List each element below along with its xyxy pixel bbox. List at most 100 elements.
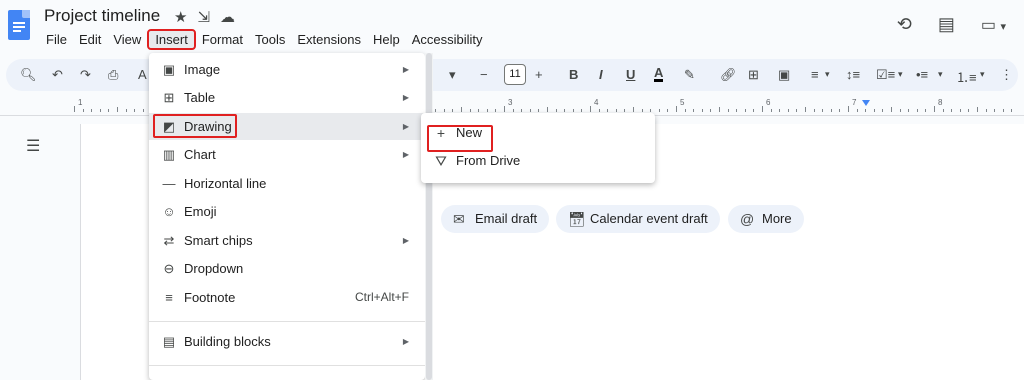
bold-button[interactable]: B [569, 67, 578, 82]
docs-logo-icon[interactable] [8, 10, 30, 40]
ruler-tick [134, 109, 136, 112]
menu-item-horizontal-line[interactable]: — Horizontal line [149, 170, 425, 197]
menu-item-dropdown[interactable]: ⊖ Dropdown [149, 255, 425, 282]
menu-item-smart-chips[interactable]: ⇄ Smart chips ▶ [149, 227, 425, 254]
comments-icon[interactable]: ▤ [938, 14, 955, 35]
menu-item-label: Table [184, 90, 216, 105]
at-sign-icon: @ [740, 211, 755, 227]
menu-view[interactable]: View [107, 31, 147, 48]
ruler-tick [968, 109, 970, 112]
ruler-tick [555, 109, 557, 112]
ruler-tick [564, 109, 566, 112]
cloud-status-icon[interactable]: ☁ [220, 8, 235, 26]
ruler-tick [865, 109, 867, 112]
decrease-font-size-button[interactable]: − [480, 67, 488, 82]
menu-insert[interactable]: Insert [147, 29, 196, 50]
numbered-list-icon[interactable]: ⒈≡ [956, 67, 977, 86]
align-chevron-icon[interactable]: ▾ [825, 69, 830, 80]
drawing-icon: ◩ [162, 119, 176, 134]
menu-item-image[interactable]: ▣ Image ▶ [149, 56, 425, 83]
document-outline-icon[interactable]: ☰ [26, 136, 40, 156]
bullets-chevron-icon[interactable]: ▾ [938, 69, 943, 80]
submenu-item-label: New [456, 125, 483, 140]
drive-icon: ⛛ [435, 153, 447, 169]
ruler-number: 8 [938, 98, 943, 107]
right-indent-marker[interactable] [862, 100, 870, 106]
submenu-item-new[interactable]: + New [421, 119, 655, 152]
more-chip[interactable]: @ More [728, 205, 804, 233]
menu-edit[interactable]: Edit [73, 31, 107, 48]
ruler-tick [590, 106, 591, 112]
menu-separator [149, 321, 425, 322]
menu-tools[interactable]: Tools [249, 31, 291, 48]
move-folder-icon[interactable]: ⇲ [197, 8, 210, 26]
document-title[interactable]: Project timeline [44, 6, 160, 26]
submenu-item-from-drive[interactable]: ⛛ From Drive [421, 147, 655, 175]
ruler-tick [744, 109, 746, 112]
undo-icon[interactable]: ↶ [52, 67, 63, 83]
menu-extensions[interactable]: Extensions [291, 31, 367, 48]
menu-item-emoji[interactable]: ☺ Emoji [149, 198, 425, 225]
ruler-tick [91, 109, 93, 112]
ruler-tick [1002, 109, 1004, 112]
checklist-chevron-icon[interactable]: ▾ [898, 69, 903, 80]
submenu-arrow-icon: ▶ [402, 150, 409, 159]
menu-format[interactable]: Format [196, 31, 249, 48]
checklist-icon[interactable]: ☑≡ [876, 67, 895, 83]
ruler-tick [658, 109, 660, 112]
underline-button[interactable]: U [626, 67, 635, 82]
ruler-tick [977, 107, 978, 112]
text-color-button[interactable]: A [654, 66, 664, 82]
submenu-arrow-icon: ▶ [402, 236, 409, 245]
italic-button[interactable]: I [599, 67, 603, 82]
ruler-tick [805, 107, 806, 112]
insert-image-icon[interactable]: ▣ [778, 67, 790, 83]
menu-accessibility[interactable]: Accessibility [406, 31, 489, 48]
menu-item-building-blocks[interactable]: ▤ Building blocks ▶ [149, 328, 425, 355]
redo-icon[interactable]: ↷ [80, 67, 91, 83]
numbered-chevron-icon[interactable]: ▾ [980, 69, 985, 80]
more-options-icon[interactable]: ⋮ [1000, 67, 1013, 83]
font-size-input[interactable]: 11 [504, 64, 526, 85]
ruler-tick [529, 109, 531, 112]
smart-chips-icon: ⇄ [163, 233, 175, 248]
align-icon[interactable]: ≡ [811, 67, 819, 82]
ruler-tick [684, 109, 686, 112]
submenu-arrow-icon: ▶ [402, 93, 409, 102]
print-icon[interactable]: ⎙ [108, 67, 118, 83]
scrollbar-thumb[interactable] [426, 53, 432, 380]
menu-item-drawing[interactable]: ◩ Drawing ▶ [149, 113, 425, 140]
bulleted-list-icon[interactable]: •≡ [916, 67, 928, 82]
menu-item-footnote[interactable]: ≡ Footnote Ctrl+Alt+F [149, 284, 425, 311]
menu-scrollbar[interactable] [425, 53, 433, 380]
meet-button[interactable]: ▭ ▾ [981, 15, 1006, 35]
spellcheck-icon[interactable]: A [138, 67, 147, 82]
search-menus-icon[interactable]: 🔍︎ [20, 67, 37, 83]
image-icon: ▣ [162, 62, 176, 77]
chart-icon: ▥ [162, 147, 176, 162]
menu-item-chart[interactable]: ▥ Chart ▶ [149, 141, 425, 168]
increase-font-size-button[interactable]: + [535, 67, 543, 82]
ruler-tick [959, 109, 961, 112]
star-icon[interactable]: ★ [174, 8, 187, 26]
calendar-event-draft-chip[interactable]: 📅︎ Calendar event draft [556, 205, 720, 233]
menu-item-label: Building blocks [184, 334, 271, 349]
submenu-item-label: From Drive [456, 153, 521, 168]
ruler-tick [117, 107, 118, 112]
email-draft-chip[interactable]: ✉ Email draft [441, 205, 550, 233]
menu-help[interactable]: Help [367, 31, 406, 48]
ruler-tick [504, 106, 505, 112]
version-history-icon[interactable]: ⟲ [897, 14, 912, 35]
ruler-tick [538, 109, 540, 112]
menu-item-label: Emoji [184, 204, 217, 219]
line-spacing-icon[interactable]: ↕≡ [846, 67, 860, 82]
ruler-tick [762, 106, 763, 112]
font-dropdown-chevron-icon[interactable]: ▾ [449, 67, 456, 83]
add-comment-icon[interactable]: ⊞ [748, 67, 759, 83]
highlight-color-icon[interactable]: ✎ [684, 67, 695, 83]
menu-file[interactable]: File [40, 31, 73, 48]
ruler-tick [461, 107, 462, 112]
ruler-tick [99, 109, 101, 112]
insert-link-icon[interactable]: 🔗︎ [720, 67, 737, 83]
menu-item-table[interactable]: ⊞ Table ▶ [149, 84, 425, 111]
